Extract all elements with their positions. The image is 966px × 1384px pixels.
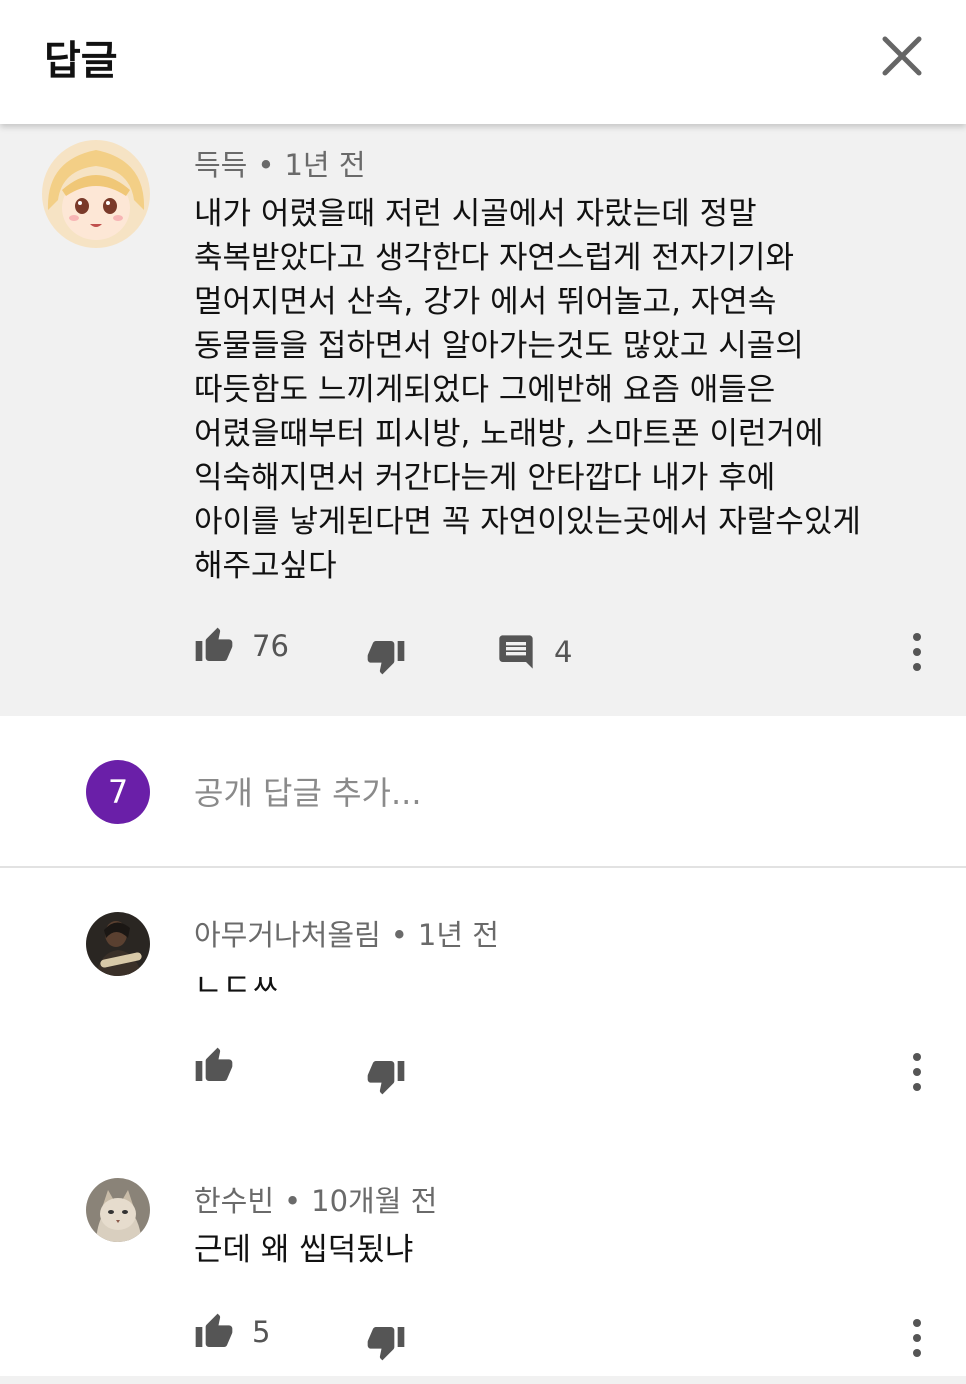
user-avatar[interactable]: 7 <box>86 760 150 824</box>
reply-input[interactable] <box>194 770 894 816</box>
close-icon <box>882 36 922 76</box>
meta-separator: • <box>284 1184 302 1218</box>
comment-body: ㄴㄷㅆ <box>194 964 280 1000</box>
like-button[interactable]: 76 <box>194 626 289 666</box>
comment-author[interactable]: 아무거나처올림 <box>194 918 381 952</box>
comment-line: 축복받았다고 생각한다 자연스럽게 전자기기와 <box>194 240 794 276</box>
meta-separator: • <box>257 148 275 182</box>
bottom-divider <box>0 1376 966 1384</box>
comment-line: 어렸을때부터 피시방, 노래방, 스마트폰 이런거에 <box>194 416 824 452</box>
more-vert-icon <box>913 1053 921 1091</box>
comment-line: 멀어지면서 산속, 강가 에서 뛰어놀고, 자연속 <box>194 284 777 320</box>
reply-button[interactable]: 4 <box>496 632 572 672</box>
like-count: 76 <box>252 629 289 663</box>
comment-body: 내가 어렸을때 저런 시골에서 자랐는데 정말 축복받았다고 생각한다 자연스럽… <box>194 192 934 588</box>
page-title: 답글 <box>44 38 118 84</box>
thumbs-down-icon <box>367 1061 405 1095</box>
more-options-button[interactable] <box>905 1052 929 1092</box>
dislike-button[interactable] <box>366 1056 406 1096</box>
guitarist-avatar-icon <box>86 912 150 976</box>
more-vert-icon <box>913 633 921 671</box>
comment-meta: 아무거나처올림 • 1년 전 <box>194 912 499 954</box>
comment-meta: 득득 • 1년 전 <box>194 142 366 184</box>
more-options-button[interactable] <box>905 1318 929 1358</box>
meta-separator: • <box>390 918 408 952</box>
like-button[interactable]: 5 <box>194 1312 270 1352</box>
like-button[interactable] <box>194 1046 234 1086</box>
comment-line: ㄴㄷㅆ <box>194 968 280 1000</box>
dislike-button[interactable] <box>366 1322 406 1362</box>
comment-line: 아이를 낳게된다면 꼭 자연이있는곳에서 자랄수있게 <box>194 504 861 540</box>
comment-line: 동물들을 접하면서 알아가는것도 많았고 시골의 <box>194 328 804 364</box>
comment-time: 1년 전 <box>284 148 366 182</box>
comment-icon <box>499 635 533 669</box>
thumbs-up-icon <box>195 1313 233 1347</box>
app-header: 답글 <box>0 0 966 124</box>
anime-girl-avatar-icon <box>42 140 150 248</box>
like-count: 5 <box>252 1315 271 1349</box>
comment-meta: 한수빈 • 10개월 전 <box>194 1178 437 1220</box>
more-vert-icon <box>913 1319 921 1357</box>
thumbs-up-icon <box>195 627 233 661</box>
comment-time: 1년 전 <box>417 918 499 952</box>
reply-count: 4 <box>554 635 573 669</box>
avatar[interactable] <box>86 1178 150 1242</box>
thumbs-down-icon <box>367 641 405 675</box>
thumbs-down-icon <box>367 1327 405 1361</box>
avatar[interactable] <box>86 912 150 976</box>
comment-author[interactable]: 한수빈 <box>194 1184 274 1218</box>
comment-time: 10개월 전 <box>311 1184 438 1218</box>
cat-avatar-icon <box>86 1178 150 1242</box>
comment-body: 근데 왜 씹덕됬냐 <box>194 1228 413 1272</box>
comment-line: 따듯함도 느끼게되었다 그에반해 요즘 애들은 <box>194 372 776 408</box>
more-options-button[interactable] <box>905 632 929 672</box>
comment-line: 해주고싶다 <box>194 548 337 584</box>
comment-line: 근데 왜 씹덕됬냐 <box>194 1232 414 1268</box>
comment-line: 내가 어렸을때 저런 시골에서 자랐는데 정말 <box>194 196 757 232</box>
comment-author[interactable]: 득득 <box>194 148 247 182</box>
avatar[interactable] <box>42 140 150 248</box>
comment-line: 익숙해지면서 커간다는게 안타깝다 내가 후에 <box>194 460 776 496</box>
dislike-button[interactable] <box>366 636 406 676</box>
close-button[interactable] <box>872 26 932 86</box>
thumbs-up-icon <box>195 1047 233 1081</box>
